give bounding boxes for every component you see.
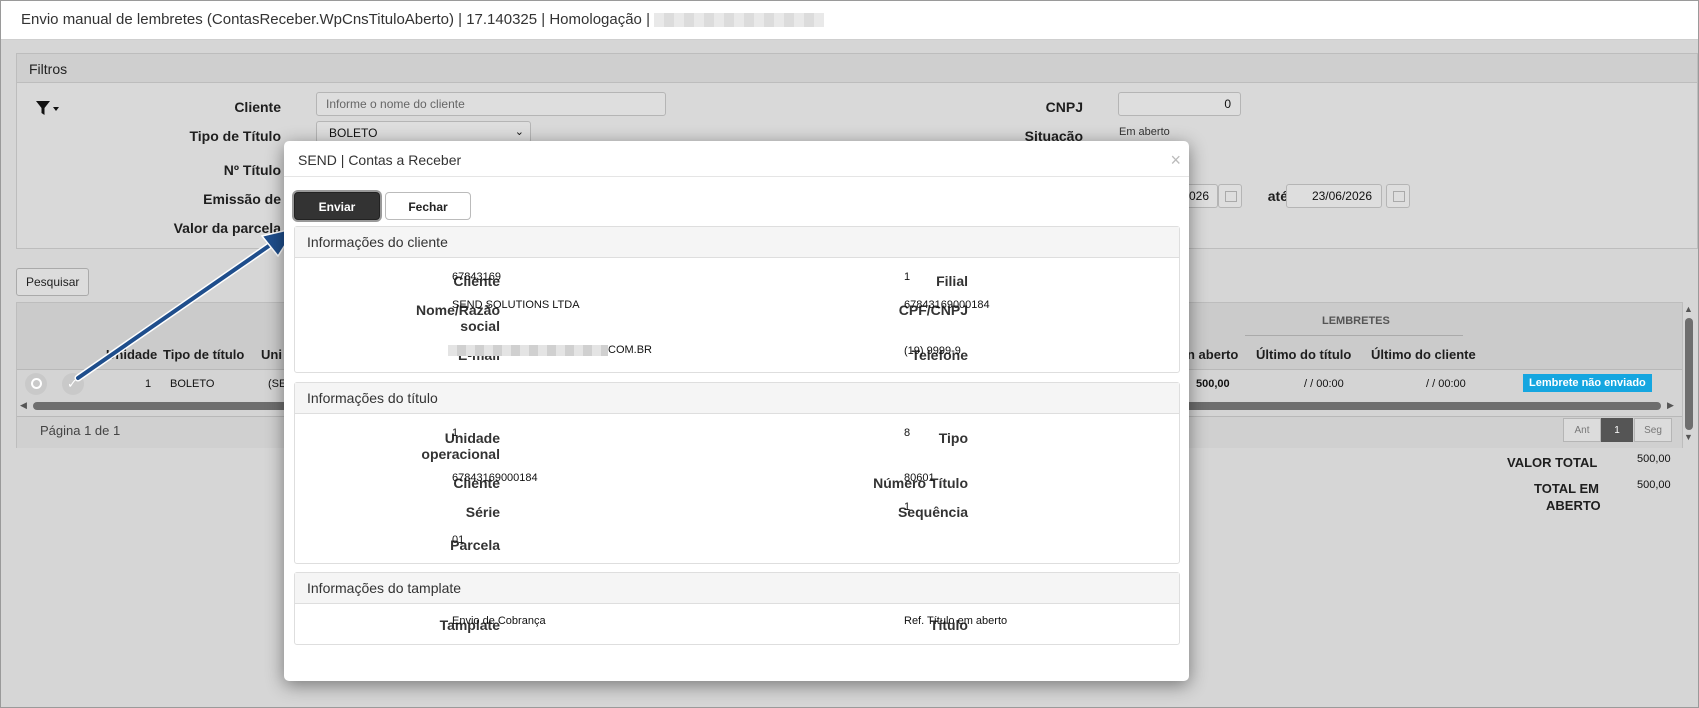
cliente-search-input[interactable]: Informe o nome do cliente — [316, 92, 666, 116]
ate-label: até — [1267, 188, 1288, 204]
template-value: Envio de Cobrança — [452, 615, 546, 627]
cnpj-label: CNPJ — [1045, 99, 1083, 115]
nome-razao-value: SEND SOLUTIONS LTDA — [452, 299, 580, 311]
vertical-scrollbar[interactable] — [1685, 318, 1693, 430]
emissao-label: Emissão de — [203, 191, 281, 207]
situacao-value: Em aberto — [1119, 126, 1170, 138]
filial-label: Filial — [936, 273, 968, 289]
close-button[interactable]: Fechar — [385, 192, 471, 220]
tipo-titulo-value: BOLETO — [329, 126, 378, 140]
nome-razao-label-line2: social — [460, 318, 500, 334]
unidade-operacional-label-line2: operacional — [421, 446, 500, 462]
scroll-down-icon[interactable]: ▼ — [1684, 432, 1693, 442]
tipo-titulo-label: Tipo de Título — [189, 128, 281, 144]
title-info-title: Informações do título — [295, 383, 1179, 414]
pager-current-page[interactable]: 1 — [1601, 418, 1633, 442]
email-value: COM.BR — [448, 344, 652, 356]
lembretes-group-line — [1245, 335, 1463, 336]
search-icon — [31, 378, 42, 389]
parcela-value: 01 — [452, 534, 465, 546]
tipo-value: 8 — [904, 427, 911, 439]
client-info-title: Informações do cliente — [295, 227, 1179, 258]
send-modal: SEND | Contas a Receber × Enviar Fechar … — [284, 141, 1189, 681]
sequencia-label: Sequência — [897, 504, 968, 520]
email-suffix: COM.BR — [608, 344, 652, 356]
header-unidade[interactable]: Unidade — [106, 347, 157, 362]
serie-label: Série — [465, 504, 500, 520]
parcela-label: Parcela — [450, 537, 500, 553]
check-icon: ✓ — [67, 376, 78, 391]
filial-value: 1 — [904, 271, 911, 283]
row-ultimo-cliente: / / 00:00 — [1426, 378, 1466, 390]
valor-total-value: 500,00 — [1637, 453, 1671, 465]
tipo-label: Tipo — [938, 430, 968, 446]
calendar-icon — [1225, 191, 1237, 202]
total-aberto-label-line2: ABERTO — [1546, 498, 1601, 513]
calendar-icon — [1393, 191, 1405, 202]
select-row-icon[interactable]: ✓ — [62, 373, 84, 395]
chevron-down-icon: ⌄ — [514, 126, 524, 138]
numero-titulo-modal-label: Número Título — [873, 475, 968, 491]
tipo-titulo-select[interactable]: BOLETO ⌄ — [316, 121, 531, 143]
template-info-title: Informações do tamplate — [295, 573, 1179, 604]
title-bar: Envio manual de lembretes (ContasReceber… — [1, 1, 1698, 40]
row-unidade: 1 — [145, 378, 152, 390]
cpf-cnpj-value: 67843169000184 — [904, 299, 990, 311]
header-em-aberto[interactable]: n aberto — [1187, 347, 1238, 362]
valor-parcela-label: Valor da parcela — [173, 220, 281, 236]
client-value: 67843169 — [452, 271, 501, 283]
pager-prev-button[interactable]: Ant — [1563, 418, 1601, 442]
header-ultimo-titulo[interactable]: Último do título — [1256, 347, 1351, 362]
scroll-left-icon[interactable]: ◀ — [20, 400, 27, 411]
telefone-value: (19) 9999-9 — [904, 345, 961, 357]
row-ultimo-titulo: / / 00:00 — [1304, 378, 1344, 390]
total-aberto-label-line1: TOTAL EM — [1534, 481, 1599, 496]
unidade-operacional-value: 1 — [452, 427, 459, 439]
valor-total-label: VALOR TOTAL — [1507, 455, 1598, 470]
window-title: Envio manual de lembretes (ContasReceber… — [21, 11, 824, 28]
calendar-to-button[interactable] — [1386, 184, 1410, 208]
sequencia-value: 1 — [904, 501, 911, 513]
view-icon[interactable] — [25, 373, 47, 395]
header-ultimo-cliente[interactable]: Último do cliente — [1371, 347, 1476, 362]
close-icon[interactable]: × — [1170, 150, 1181, 171]
pager-next-button[interactable]: Seg — [1634, 418, 1672, 442]
header-tipo-titulo[interactable]: Tipo de título — [163, 347, 244, 362]
cliente-label: Cliente — [234, 99, 281, 115]
scroll-up-icon[interactable]: ▲ — [1684, 304, 1693, 314]
search-button[interactable]: Pesquisar — [16, 268, 90, 296]
status-badge[interactable]: Lembrete não enviado — [1523, 374, 1652, 392]
calendar-from-button[interactable] — [1218, 184, 1242, 208]
scroll-right-icon[interactable]: ▶ — [1667, 400, 1674, 411]
modal-divider — [284, 176, 1189, 177]
modal-title: SEND | Contas a Receber — [298, 152, 462, 168]
lembretes-group-header: LEMBRETES — [1322, 315, 1390, 327]
row-valor: 500,00 — [1196, 378, 1230, 390]
row-tipo: BOLETO — [170, 378, 215, 390]
pagination-text: Página 1 de 1 — [40, 423, 121, 438]
total-aberto-value: 500,00 — [1637, 479, 1671, 491]
redacted-email — [448, 344, 608, 356]
emissao-from-value: 026 — [1189, 189, 1210, 203]
filters-header: Filtros — [17, 54, 1697, 83]
emissao-to-input[interactable]: 23/06/2026 — [1286, 184, 1382, 208]
send-button[interactable]: Enviar — [294, 192, 380, 220]
redacted-environment — [653, 13, 824, 28]
titulo-cliente-value: 67843169000184 — [452, 472, 538, 484]
filters-title: Filtros — [29, 61, 68, 77]
numero-titulo-value: 80601 — [904, 472, 935, 484]
cnpj-input[interactable]: 0 — [1118, 92, 1241, 116]
filter-icon[interactable] — [35, 100, 61, 121]
header-unidade-partial[interactable]: Uni — [261, 347, 282, 362]
unidade-operacional-label-line1: Unidade — [444, 430, 500, 446]
numero-titulo-label: Nº Título — [223, 162, 281, 178]
template-info-section: Informações do tamplate — [294, 572, 1180, 645]
template-titulo-value: Ref. Título em aberto — [904, 615, 1008, 627]
